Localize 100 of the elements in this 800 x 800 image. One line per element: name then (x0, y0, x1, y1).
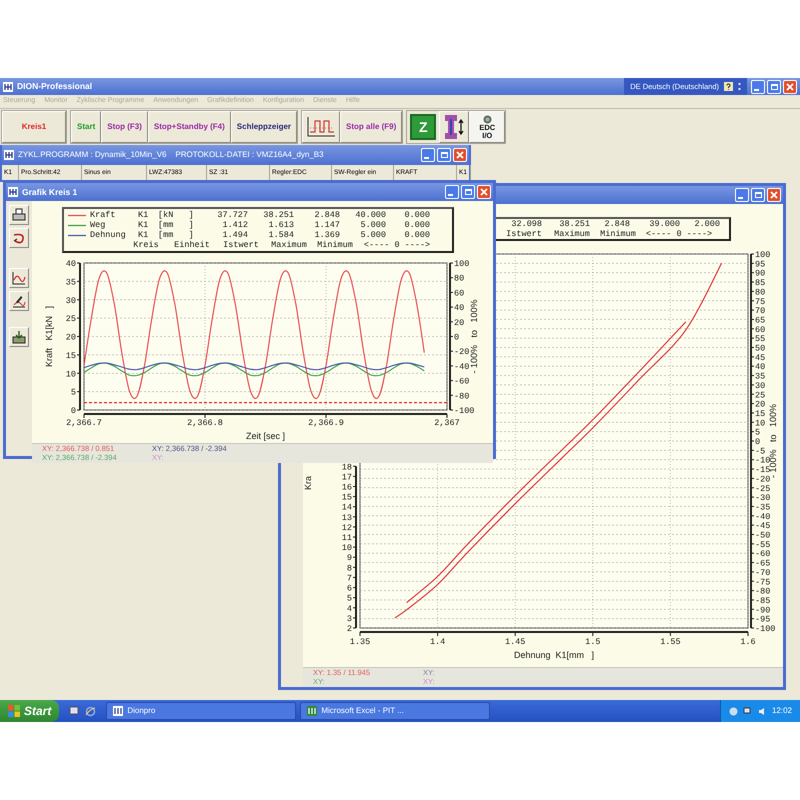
close-button[interactable] (477, 185, 491, 199)
tick-label: 16 (342, 482, 352, 492)
speaker-icon[interactable] (758, 706, 767, 716)
legend-heading: Minimum (316, 240, 354, 250)
toolbar-button[interactable]: Stop+Standby (F4) (148, 111, 231, 143)
tick-label: 18 (342, 462, 352, 472)
desktop-icon[interactable] (69, 706, 80, 716)
tick-label: 7 (346, 573, 352, 584)
legend-heading: Istwert (505, 229, 543, 239)
tick-label: 1.55 (660, 637, 681, 647)
undo-button[interactable] (9, 228, 29, 248)
tick-label: 12 (342, 522, 352, 533)
tick-label: -55 (755, 540, 770, 550)
specimen-arrow-icon (443, 113, 466, 141)
toolbar-button[interactable]: Stop alle (F9) (340, 111, 402, 143)
close-icon (480, 188, 488, 196)
toolbar-button[interactable]: Schleppzeiger (230, 111, 298, 143)
close-icon (456, 151, 464, 159)
tick-label: 45 (755, 352, 766, 363)
tick-label: 90 (755, 268, 766, 279)
legend-heading: Einheit (173, 240, 211, 250)
tick-label: 2,366.7 (66, 418, 102, 428)
window-icon (307, 706, 318, 716)
close-button[interactable] (767, 188, 781, 202)
windows-logo-icon (8, 705, 20, 717)
tick-label: 13 (342, 512, 352, 523)
tick-label: 60 (755, 324, 766, 335)
print-button[interactable] (9, 205, 29, 225)
close-button[interactable] (783, 80, 797, 94)
tick-label: 1.4 (430, 637, 446, 647)
tick-label: 30 (755, 380, 766, 391)
tick-label: 15 (755, 408, 766, 419)
graph-button[interactable] (302, 111, 340, 143)
legend-value: 0.000 (403, 230, 430, 240)
tick-label: -40 (755, 512, 770, 522)
tick-label: 2 (346, 624, 352, 634)
knob-icon (482, 114, 492, 124)
legend-heading: Istwert (222, 240, 260, 250)
line-chart-icon (12, 271, 26, 285)
browser-icon[interactable] (85, 706, 96, 716)
tick-label: 2,367 (434, 418, 460, 428)
legend-heading: <---- 0 ----> (644, 229, 714, 239)
app-icon (8, 187, 18, 197)
minimize-button[interactable] (421, 148, 435, 162)
legend-heading: Maximum (553, 229, 591, 239)
maximize-button[interactable] (437, 148, 451, 162)
tick-label: -45 (755, 521, 770, 532)
legend-unit: [kN ] (158, 210, 195, 220)
z-button[interactable]: Z (410, 114, 436, 140)
export-button[interactable] (9, 327, 29, 347)
edit-chart-button[interactable] (9, 291, 29, 311)
maximize-button[interactable] (751, 188, 765, 202)
help-icon[interactable] (724, 82, 733, 91)
tick-label: 9 (346, 553, 352, 564)
tick-label: 35 (66, 277, 76, 288)
start-button[interactable]: Start (0, 700, 60, 722)
tick-label: -75 (755, 577, 770, 588)
tick-label: 15 (66, 350, 76, 361)
tick-label: -85 (755, 596, 770, 606)
tray-arrow-icon (12, 330, 26, 344)
legend-unit: [mm ] (158, 230, 195, 240)
app-icon (4, 150, 14, 160)
maximize-button[interactable] (461, 185, 475, 199)
specimen-button[interactable] (439, 111, 470, 143)
tick-label: 0 (755, 437, 760, 447)
legend-value: 32.098 (510, 219, 542, 229)
tick-label: 10 (66, 369, 76, 380)
legend-value: 1.412 (221, 220, 248, 230)
restore-button[interactable] (767, 80, 781, 94)
axis-title: Kraft K1[kN ] (44, 306, 54, 368)
toolbar-button[interactable]: Start (71, 111, 102, 143)
tick-label: -60 (454, 376, 470, 387)
legend-value: 2.848 (313, 210, 340, 220)
tray-icon[interactable] (728, 706, 738, 716)
close-button[interactable] (453, 148, 467, 162)
app-icon (3, 82, 13, 92)
curve-button[interactable] (9, 268, 29, 288)
tick-label: 25 (66, 314, 76, 324)
legend-heading: <---- 0 ----> (362, 240, 432, 250)
minimize-button[interactable] (751, 80, 765, 94)
tick-label: 0 (454, 332, 460, 342)
legend-circuit: K1 (138, 230, 150, 240)
network-icon[interactable] (742, 706, 753, 716)
minimize-button[interactable] (445, 185, 459, 199)
taskbar-button[interactable]: Microsoft Excel - PIT ... (300, 702, 490, 720)
tick-label: -80 (755, 586, 770, 597)
tick-label: 20 (66, 332, 76, 342)
tick-label: 55 (755, 334, 766, 344)
axis-title: Zeit [sec ] (246, 431, 285, 441)
tick-label: 40 (755, 362, 766, 372)
toolbar-button[interactable]: Kreis1 (2, 111, 66, 143)
tick-label: 20 (454, 318, 464, 328)
toolbar-button[interactable]: Stop (F3) (101, 111, 148, 143)
taskbar-button[interactable]: Dionpro (106, 702, 296, 720)
pulse-chart-icon (306, 116, 336, 138)
tick-label: 40 (66, 259, 76, 269)
tick-label: 2,366.8 (187, 418, 223, 428)
chart-pen-icon (12, 294, 26, 308)
tick-label: 15 (342, 492, 352, 503)
minimize-button[interactable] (735, 188, 749, 202)
